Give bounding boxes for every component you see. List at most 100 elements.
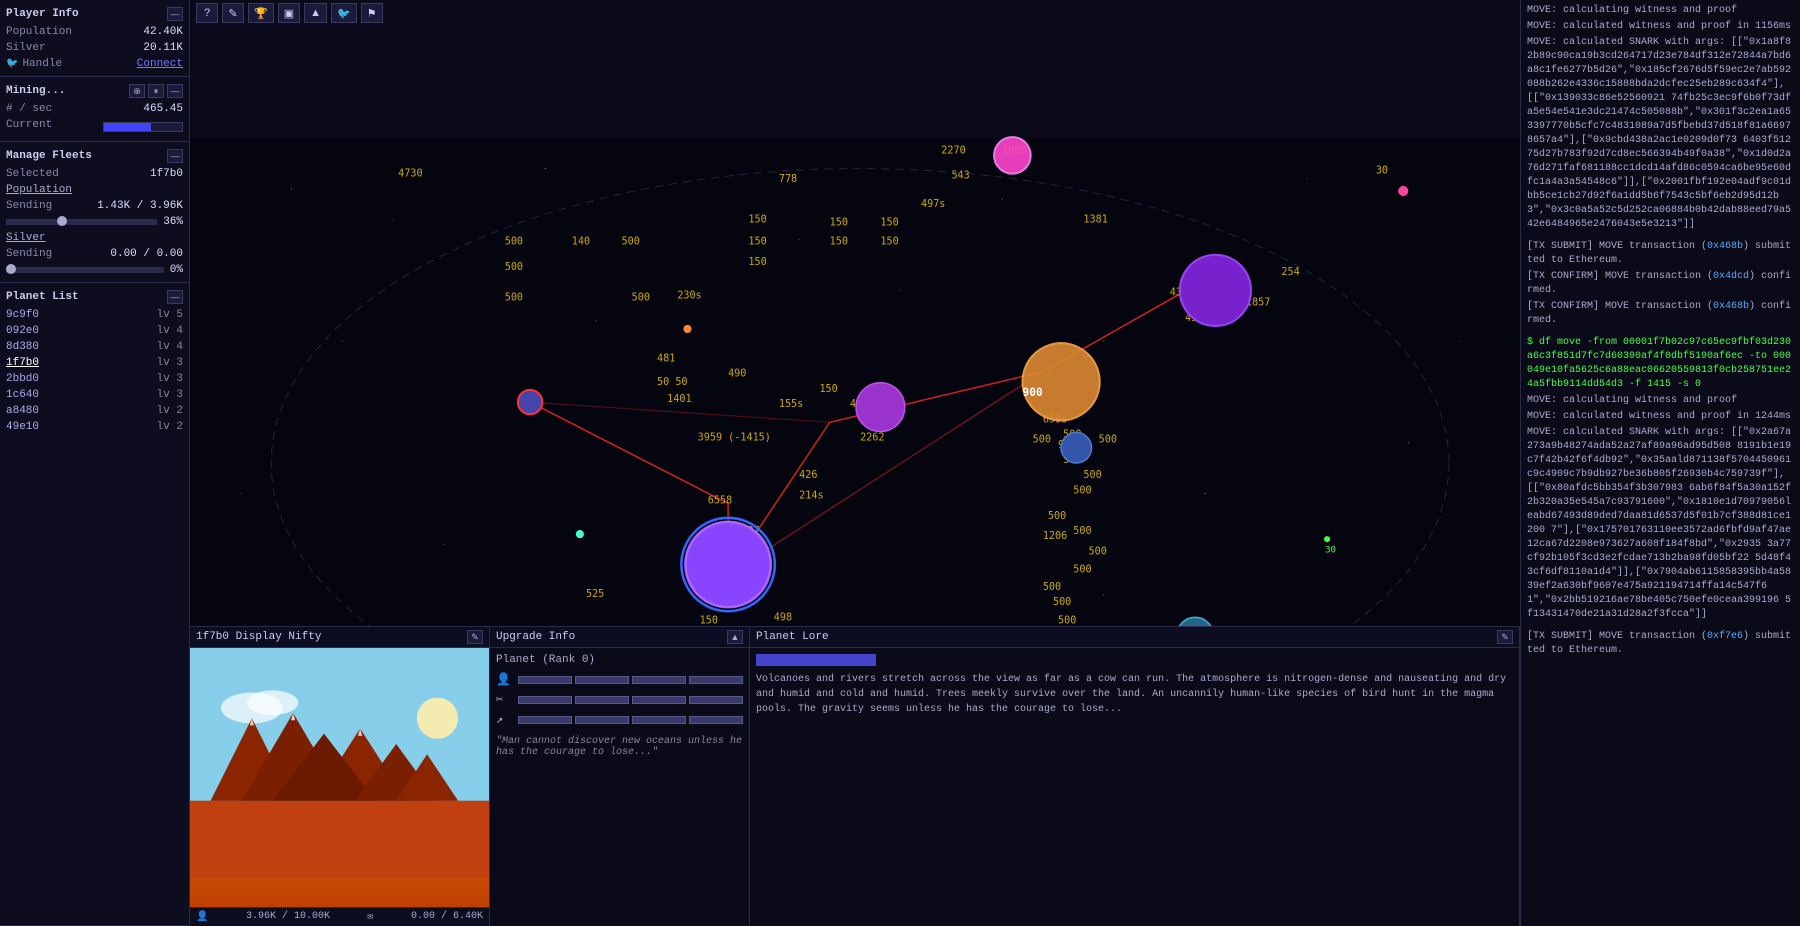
hash-per-sec-value: 465.45 — [143, 103, 183, 115]
planet-name: 49e10 — [6, 421, 39, 433]
population-label: Population — [6, 26, 72, 38]
silver-section-header[interactable]: Silver — [6, 230, 183, 246]
planet-list-item[interactable]: 9c9f0 lv 5 — [6, 307, 183, 323]
handle-connect-link[interactable]: Connect — [137, 58, 183, 70]
planet-list-item[interactable]: 092e0 lv 4 — [6, 323, 183, 339]
svg-text:150: 150 — [819, 384, 837, 395]
player-info-collapse[interactable]: — — [167, 7, 183, 21]
planet-list-item[interactable]: 2bbd0 lv 3 — [6, 371, 183, 387]
current-progress-bar — [103, 122, 183, 132]
planet-level: lv 4 — [157, 341, 183, 353]
planet-list: 9c9f0 lv 5 092e0 lv 4 8d380 lv 4 1f7b0 l… — [6, 307, 183, 435]
planet-name: 8d380 — [6, 341, 39, 353]
upgrade-bar-7 — [632, 696, 686, 704]
svg-text:500: 500 — [1099, 435, 1117, 446]
tx-link[interactable]: 0x468b — [1707, 241, 1743, 252]
svg-text:500: 500 — [1043, 582, 1061, 593]
mining-pause-btn[interactable]: ⏸ — [148, 84, 164, 98]
log-entry: MOVE: calculated SNARK with args: [["0x2… — [1527, 426, 1794, 622]
log-panel: MOVE: calculating witness and proof MOVE:… — [1520, 0, 1800, 926]
planet-level: lv 5 — [157, 309, 183, 321]
planet-level: lv 4 — [157, 325, 183, 337]
upgrade-upload-btn[interactable]: ▲ — [727, 630, 743, 644]
upgrade-bar-6 — [575, 696, 629, 704]
sending-silver-pct: 0% — [170, 264, 183, 276]
svg-text:150: 150 — [830, 217, 848, 228]
planet-name: 2bbd0 — [6, 373, 39, 385]
planet-list-item[interactable]: 8d380 lv 4 — [6, 339, 183, 355]
planet-level: lv 3 — [157, 357, 183, 369]
toolbar-trophy-btn[interactable]: 🏆 — [248, 3, 274, 23]
svg-text:500: 500 — [632, 293, 650, 304]
svg-text:155s: 155s — [779, 399, 803, 410]
planet-list-collapse-btn[interactable]: — — [167, 290, 183, 304]
planet-name: a8480 — [6, 405, 39, 417]
toolbar-edit-btn[interactable]: ✎ — [222, 3, 244, 23]
planet-level: lv 2 — [157, 421, 183, 433]
svg-text:500: 500 — [505, 237, 523, 248]
log-entry: [TX SUBMIT] MOVE transaction (0xf7e6) su… — [1527, 630, 1794, 658]
main-area: ? ✎ 🏆 ▣ ▲ 🐦 ⚑ — [190, 0, 1520, 926]
toolbar-upload-btn[interactable]: ▲ — [304, 3, 327, 23]
svg-text:778: 778 — [779, 174, 797, 185]
silver-slider[interactable] — [6, 267, 164, 273]
upgrade-bar-10 — [575, 716, 629, 724]
log-entry: MOVE: calculating witness and proof — [1527, 394, 1794, 408]
svg-text:30: 30 — [1376, 166, 1388, 177]
svg-text:500: 500 — [1058, 615, 1076, 626]
sending-pop-label: Sending — [6, 200, 52, 212]
mining-title: Mining... — [6, 85, 65, 97]
upgrade-range-bars — [518, 716, 743, 724]
manage-fleets-title: Manage Fleets — [6, 150, 92, 162]
tx-link[interactable]: 0x4dcd — [1713, 271, 1749, 282]
toolbar-twitter-btn[interactable]: 🐦 — [331, 3, 357, 23]
planet-list-title: Planet List — [6, 291, 79, 303]
sending-pop-pct: 36% — [163, 216, 183, 228]
planet-name: 1c640 — [6, 389, 39, 401]
sending-pop-value: 1.43K / 3.96K — [97, 200, 183, 212]
upgrade-section: Upgrade Info ▲ Planet (Rank 0) 👤 ✂ — [490, 627, 750, 926]
upgrade-bar-3 — [632, 676, 686, 684]
upgrade-quote: "Man cannot discover new oceans unless h… — [496, 736, 743, 758]
log-entry: [TX CONFIRM] MOVE transaction (0x468b) c… — [1527, 300, 1794, 328]
svg-text:426: 426 — [799, 470, 817, 481]
sending-silver-label: Sending — [6, 248, 52, 260]
planet-thumbnail — [190, 648, 489, 907]
mining-target-btn[interactable]: ⊕ — [129, 84, 145, 98]
svg-text:30: 30 — [1325, 545, 1336, 555]
toolbar-help-btn[interactable]: ? — [196, 3, 218, 23]
svg-text:4730: 4730 — [398, 169, 422, 180]
planet-list-item[interactable]: a8480 lv 2 — [6, 403, 183, 419]
tx-link[interactable]: 0xf7e6 — [1707, 631, 1743, 642]
fleets-collapse-btn[interactable]: — — [167, 149, 183, 163]
svg-text:481: 481 — [657, 353, 675, 364]
mining-collapse-btn[interactable]: — — [167, 84, 183, 98]
lore-section: Planet Lore ✎ Volcanoes and rivers stret… — [750, 627, 1520, 926]
thumb-pop-icon: 👤 — [196, 911, 208, 923]
planet-list-item[interactable]: 1c640 lv 3 — [6, 387, 183, 403]
upgrade-pop-icon: 👤 — [496, 672, 512, 688]
svg-text:490: 490 — [728, 369, 746, 380]
planet-level: lv 3 — [157, 389, 183, 401]
svg-text:214s: 214s — [799, 491, 823, 502]
log-entry: MOVE: calculated witness and proof in 11… — [1527, 20, 1794, 34]
toolbar-flag-btn[interactable]: ⚑ — [361, 3, 383, 23]
svg-text:1401: 1401 — [667, 394, 691, 405]
svg-text:500: 500 — [1083, 470, 1101, 481]
lore-edit-btn[interactable]: ✎ — [1497, 630, 1513, 644]
hash-per-sec-label: # / sec — [6, 103, 52, 115]
tx-link[interactable]: 0x468b — [1713, 301, 1749, 312]
thumb-energy-icon: ✉ — [367, 911, 373, 923]
planet-level: lv 3 — [157, 373, 183, 385]
planet-list-item[interactable]: 49e10 lv 2 — [6, 419, 183, 435]
planet-thumb-edit-btn[interactable]: ✎ — [467, 630, 483, 644]
svg-text:2270: 2270 — [941, 145, 965, 156]
planet-list-item[interactable]: 1f7b0 lv 3 — [6, 355, 183, 371]
pop-slider[interactable] — [6, 219, 157, 225]
toolbar-grid-btn[interactable]: ▣ — [278, 3, 300, 23]
population-section-header[interactable]: Population — [6, 182, 183, 198]
svg-text:3959 (-1415): 3959 (-1415) — [698, 433, 771, 444]
left-panel: Player Info — Population 42.40K Silver 2… — [0, 0, 190, 926]
svg-text:500: 500 — [1073, 485, 1091, 496]
upgrade-bar-1 — [518, 676, 572, 684]
